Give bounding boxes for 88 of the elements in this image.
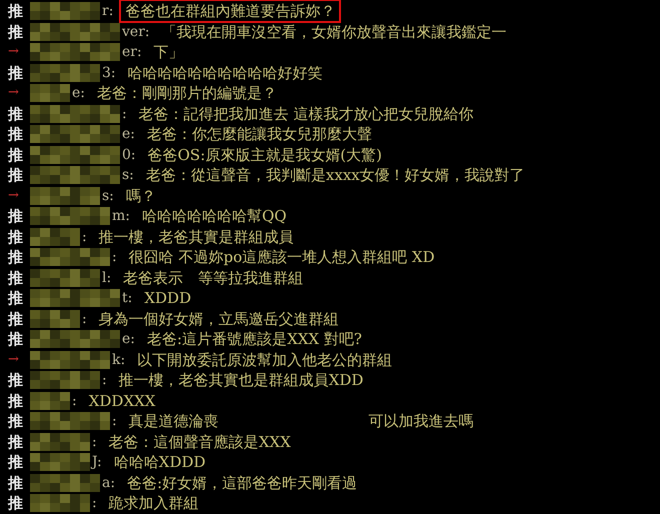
pixelated-name-drawing: [30, 453, 90, 472]
pixelated-name-drawing: [30, 432, 90, 451]
username-tail: e:: [122, 125, 136, 144]
pixelated-name-drawing: [30, 392, 70, 410]
comment-text: 哈哈哈哈哈哈哈幫QQ: [141, 206, 288, 228]
username-tail: m:: [112, 207, 130, 226]
pixelated-name-drawing: [30, 268, 100, 287]
comment-tag: 推: [8, 206, 30, 226]
comment-text: 「我現在開車沒空看，女婿你放聲音出來讓我鑑定一: [160, 22, 508, 43]
comment-tag: 推: [8, 144, 30, 165]
comment-text: 推一樓，老爸其實是群組成員: [98, 226, 295, 248]
comment-text: XDDD: [143, 288, 192, 310]
comment-tag: →: [8, 350, 30, 370]
username-tail: :: [92, 494, 97, 514]
pixelated-name-drawing: [30, 371, 100, 390]
username-tail: l:: [102, 268, 112, 288]
pixelated-name-drawing: [30, 474, 100, 492]
comment-text: 嗎？: [124, 186, 157, 207]
comment-tag: 推: [8, 226, 30, 247]
comment-tag: 推: [8, 308, 30, 329]
comment-text: 身為一個好女婿，立馬邀岳父進群組: [98, 308, 340, 330]
comment-text: 下」: [152, 42, 185, 64]
comment-text: 哈哈哈哈哈哈哈哈哈哈好好笑: [126, 62, 324, 84]
comment-text: 老爸：從這聲音，我判斷是xxxx女優！好女婿，我說對了: [144, 165, 526, 186]
username-tail: er:: [122, 43, 142, 62]
pixelated-name-drawing: [30, 64, 100, 82]
comment-tag: 推: [8, 104, 30, 124]
pixelated-name-drawing: [30, 494, 90, 512]
comment-text: 很囧哈 不過妳po這應該一堆人想入群組吧 XD: [128, 247, 436, 268]
comment-tag: 推: [8, 22, 30, 42]
comment-text: 推一樓，老爸其實也是群組成員XDD: [118, 370, 364, 392]
username-tail: :: [72, 392, 77, 411]
comment-text: 老爸：記得把我加進去 這樣我才放心把女兒脫給你: [138, 104, 474, 125]
username-tail: r:: [102, 2, 114, 22]
comment-text: 老爸：你怎麼能讓我女兒那麼大聲: [146, 124, 374, 146]
pixelated-name-drawing: [30, 186, 100, 205]
pixelated-name-drawing: [30, 228, 80, 246]
username-tail: :: [112, 248, 117, 268]
pixelated-name-drawing: [30, 2, 100, 20]
comment-tag: 推: [8, 493, 30, 514]
comment-tag: 推: [8, 452, 30, 472]
comment-tag: 推: [8, 370, 30, 390]
comment-tag: →: [8, 83, 30, 104]
comment-tag: 推: [8, 390, 30, 411]
comment-tag: 推: [8, 1, 30, 22]
pixelated-name-drawing: [30, 310, 80, 328]
pixelated-name-drawing: [30, 84, 70, 102]
comment-text: 爸爸:好女婿，這部爸爸昨天剛看過: [126, 472, 358, 494]
comment-text: 老爸:這片番號應該是XXX 對吧?: [146, 329, 363, 350]
comment-tag: 推: [8, 288, 30, 308]
comment-tag: 推: [8, 62, 30, 83]
comment-text: 爸爸也在群組內難道要告訴妳？: [119, 0, 342, 24]
username-tail: k:: [112, 350, 126, 370]
username-tail: e:: [72, 84, 86, 104]
comment-text: 跪求加入群組: [108, 493, 200, 514]
comment-tag: 推: [8, 432, 30, 452]
username-tail: s:: [122, 166, 134, 186]
comment-tag: 推: [8, 472, 30, 493]
comment-tag: 推: [8, 124, 30, 144]
comment-tag: 推: [8, 247, 30, 268]
username-tail: :: [122, 104, 127, 124]
comment-tag: 推: [8, 411, 30, 432]
comment-text: 老爸：這個聲音應該是XXX: [108, 432, 292, 453]
username-tail: 0:: [122, 146, 136, 165]
username-tail: t:: [122, 289, 132, 308]
comment-text: 老爸表示 等等拉我進群組: [122, 268, 304, 289]
comment-tag: →: [8, 42, 30, 62]
comment-text: 爸爸OS:原來版主就是我女婿(大驚): [146, 144, 383, 166]
username-tail: :: [82, 310, 87, 329]
comment-text: 老爸：剛剛那片的編號是？: [96, 83, 278, 104]
username-tail: ver:: [122, 22, 150, 42]
comment-tag: 推: [8, 329, 30, 350]
username-tail: 3:: [102, 64, 116, 83]
username-tail: :: [112, 412, 117, 432]
username-tail: s:: [102, 186, 114, 206]
username-tail: e:: [122, 330, 136, 350]
comment-tag: 推: [8, 165, 30, 186]
comment-tag: →: [8, 186, 30, 206]
comment-text: XDDXXX: [88, 390, 156, 412]
comment-text: 以下開放委託原波幫加入他老公的群組: [136, 350, 394, 371]
username-tail: :: [92, 432, 97, 452]
username-tail: :: [102, 371, 107, 390]
username-tail: :: [82, 228, 87, 247]
comment-text: 哈哈哈XDDD: [112, 452, 207, 474]
username-tail: a:: [102, 474, 116, 493]
username-tail: J:: [92, 453, 102, 472]
comment-text: 真是道德淪喪 可以加我進去嗎: [128, 411, 475, 432]
comment-tag: 推: [8, 268, 30, 288]
